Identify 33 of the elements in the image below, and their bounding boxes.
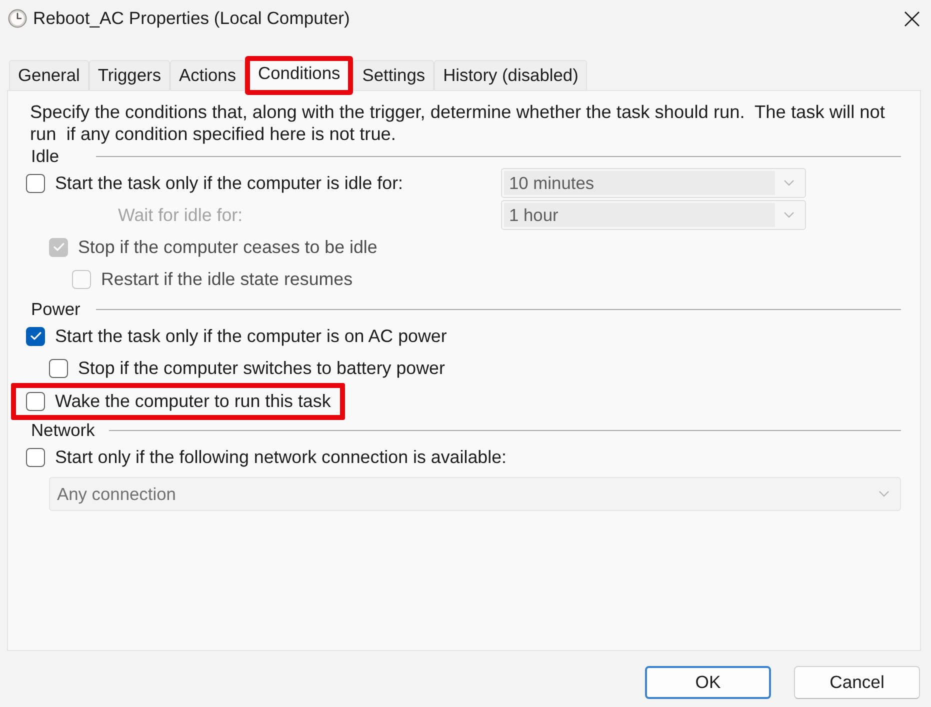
checkbox-label: Stop if the computer switches to battery power [78,358,445,378]
checkbox-label: Wake the computer to run this task [55,391,331,412]
close-icon[interactable] [904,10,920,26]
chevron-down-icon [784,212,794,218]
window-title: Reboot_AC Properties (Local Computer) [33,8,350,29]
tab[interactable]: Triggers [88,60,170,90]
dialog-button[interactable]: OK [645,666,771,699]
dialog-button[interactable]: Cancel [794,666,920,699]
checkbox-label: Start the task only if the computer is on AC power [55,326,447,346]
description-text: Specify the conditions that, along with the trigger, determine whether the task should run. The task will not run if any condition specified here is not true. [30,101,886,145]
group-label: Idle [31,146,60,166]
checkbox[interactable] [26,448,45,466]
field-label: Wait for idle for: [118,204,243,226]
tab[interactable]: General [9,60,89,90]
tab[interactable]: Actions [170,60,246,90]
checkbox-label: Stop if the computer ceases to be idle [78,236,378,258]
checkbox[interactable] [26,174,45,192]
group-label: Power [31,298,80,318]
checkbox[interactable] [49,358,68,378]
checkmark-icon [52,242,64,252]
chevron-down-icon [784,180,794,186]
checkbox-label: Start only if the following network connection is available: [55,446,506,468]
tab[interactable]: Conditions [245,56,354,95]
tab[interactable]: Settings [353,60,434,90]
clock-icon [8,9,27,28]
chevron-down-icon [879,491,889,497]
checkbox-label: Start the task only if the computer is idle for: [55,172,404,194]
group-label: Network [31,420,95,440]
checkbox-label: Restart if the idle state resumes [101,268,353,290]
checkbox[interactable] [26,326,45,346]
checkmark-icon [30,331,42,341]
tab[interactable]: History (disabled) [434,60,588,90]
checkbox[interactable] [26,392,45,411]
